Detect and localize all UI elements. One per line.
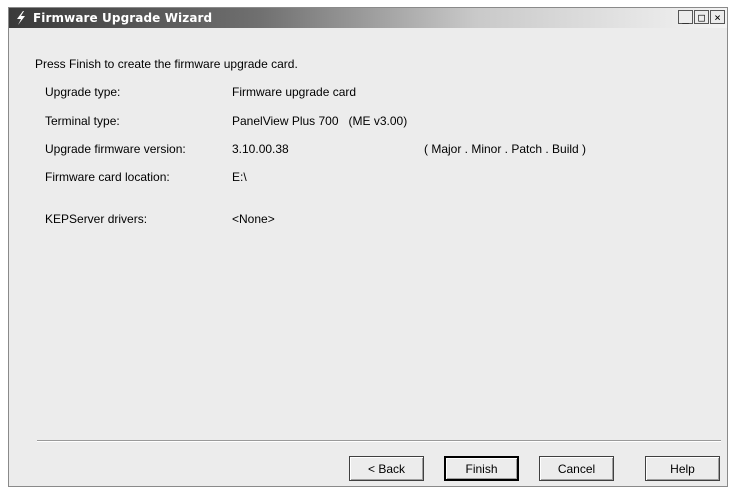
back-button[interactable]: < Back [349,456,424,481]
title-bar: Firmware Upgrade Wizard _ □ × [9,8,727,28]
minimize-button[interactable]: _ [678,10,693,24]
lightning-icon [13,10,29,26]
help-button[interactable]: Help [645,456,720,481]
window-title: Firmware Upgrade Wizard [33,11,213,25]
kepserver-drivers-value: <None> [232,212,275,226]
terminal-type-value: PanelView Plus 700 (ME v3.00) [232,114,408,128]
version-format-note: ( Major . Minor . Patch . Build ) [424,142,587,156]
finish-button[interactable]: Finish [444,456,519,481]
window-controls: _ □ × [678,10,725,24]
wizard-window: Firmware Upgrade Wizard _ □ × Press Fini… [8,7,728,487]
firmware-version-label: Upgrade firmware version: [45,142,186,156]
intro-text: Press Finish to create the firmware upgr… [35,57,298,71]
card-location-label: Firmware card location: [45,170,170,184]
cancel-button[interactable]: Cancel [539,456,614,481]
button-divider [37,440,721,442]
wizard-content: Press Finish to create the firmware upgr… [9,28,727,486]
close-button[interactable]: × [710,10,725,24]
kepserver-drivers-label: KEPServer drivers: [45,212,148,226]
maximize-icon: □ [698,10,705,24]
upgrade-type-label: Upgrade type: [45,85,121,99]
minimize-icon: _ [682,10,689,24]
upgrade-type-value: Firmware upgrade card [232,85,357,99]
firmware-version-value: 3.10.00.38 [232,142,289,156]
close-icon: × [714,10,721,24]
card-location-value: E:\ [232,170,247,184]
terminal-type-label: Terminal type: [45,114,120,128]
maximize-button[interactable]: □ [694,10,709,24]
